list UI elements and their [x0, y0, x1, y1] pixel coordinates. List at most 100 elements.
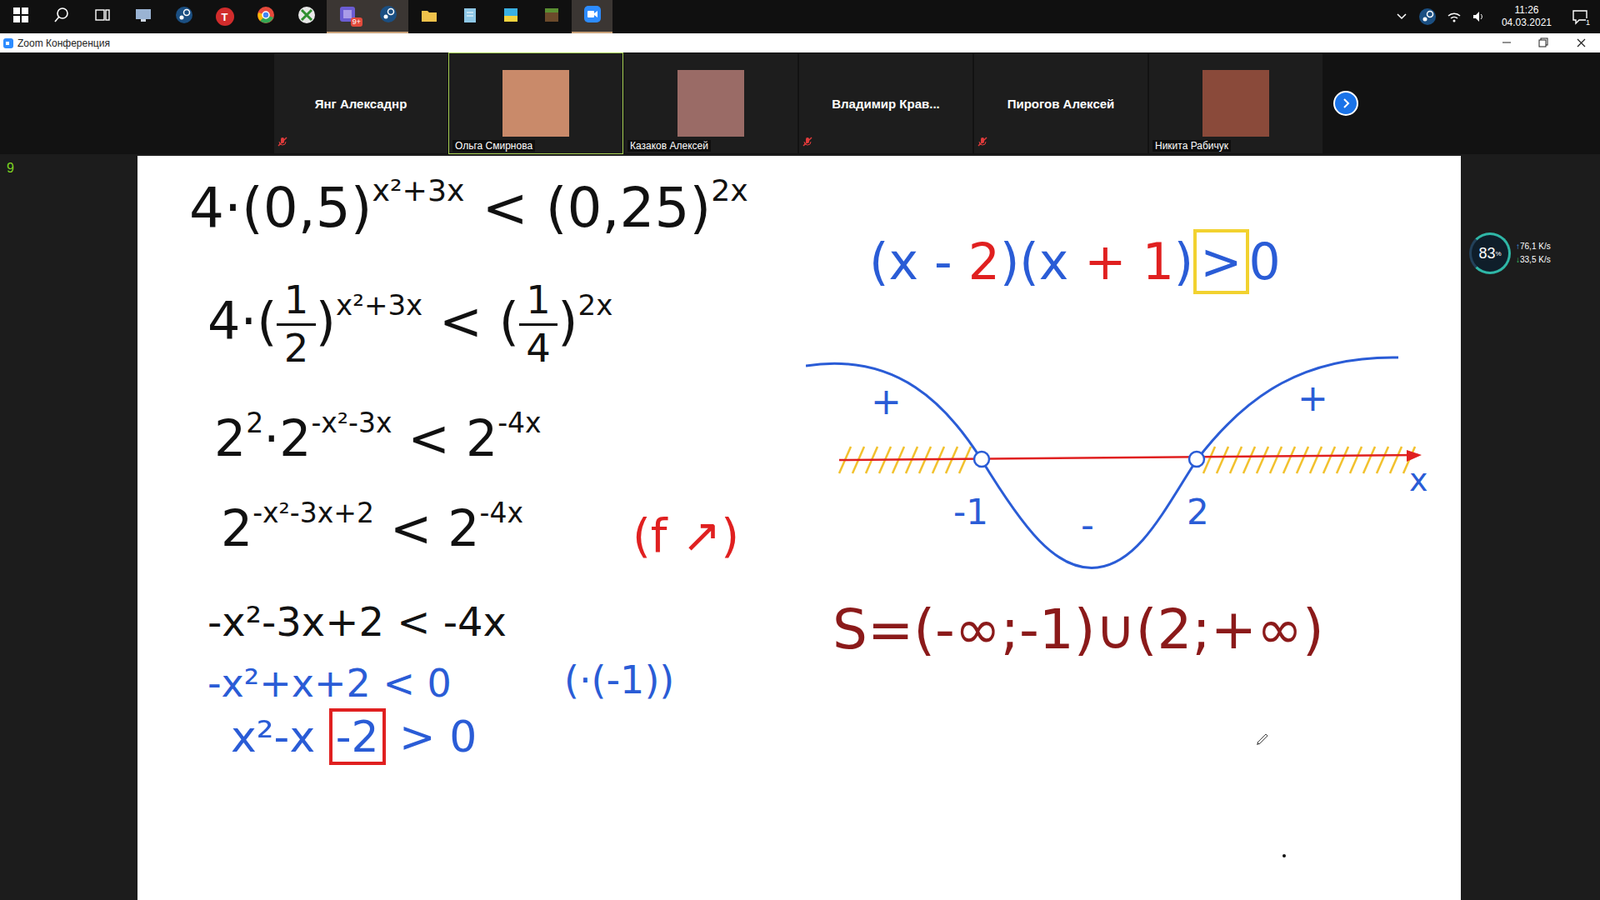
- download-value: 33,5 K/s: [1520, 255, 1551, 265]
- taskbar-app[interactable]: [40, 0, 82, 34]
- exponent: x²+3x: [335, 288, 423, 322]
- exponent: -x²-3x: [310, 406, 392, 440]
- zoom-icon: [583, 5, 602, 24]
- wifi-icon: [1446, 10, 1462, 24]
- close-button[interactable]: [1562, 33, 1600, 53]
- app-kind: T: [215, 7, 235, 26]
- math-line: -x²-3x+2 < -4x: [207, 595, 507, 648]
- clock[interactable]: 11:2604.03.2021: [1495, 4, 1559, 30]
- participant-video: [677, 70, 745, 137]
- boxed-term: >: [1193, 229, 1249, 295]
- math-line: 4·(0,5)x²+3x < (0,25)2x: [189, 170, 749, 245]
- muted-mic-icon: [977, 136, 988, 147]
- math-text: x²-x: [230, 711, 330, 762]
- math-text: < (: [422, 290, 520, 352]
- app-kind: [175, 5, 194, 28]
- steam-icon: [175, 5, 194, 25]
- taskbar-app[interactable]: T: [204, 0, 245, 34]
- participant-name: Никита Рабичук: [1152, 140, 1231, 152]
- minimize-icon: [1500, 37, 1512, 49]
- math-text: < 2: [392, 409, 499, 468]
- interval-sign: +: [870, 380, 902, 423]
- participant-name: Пирогов Алексей: [1002, 96, 1120, 111]
- math-text: ): [315, 290, 336, 352]
- fraction: 14: [519, 279, 559, 370]
- pen-cursor: [1255, 730, 1271, 750]
- taskbar-app[interactable]: [367, 0, 409, 34]
- math-text: > 0: [385, 711, 478, 762]
- window-controls: [1487, 33, 1600, 53]
- taskbar-app[interactable]: [449, 0, 490, 34]
- participant-tile[interactable]: Янг Алексаднр: [273, 52, 449, 155]
- upload-rate: ↑76,1 K/s: [1515, 240, 1551, 254]
- participant-tile[interactable]: Владимир Крав...: [798, 52, 974, 155]
- participant-name: Янг Алексаднр: [310, 96, 413, 111]
- taskbar-app[interactable]: [408, 0, 450, 34]
- notes-icon: [460, 5, 480, 25]
- fraction: 12: [276, 279, 316, 370]
- percent-value: 83: [1478, 245, 1495, 263]
- title-bar: Zoom Конференция: [0, 33, 1600, 53]
- sign-chart: +-+-12x: [805, 347, 1440, 590]
- folder-icon: [420, 5, 439, 25]
- taskbar-spacer: [612, 0, 1395, 34]
- taskbar-app[interactable]: [571, 0, 613, 34]
- root-label: -1: [953, 491, 989, 533]
- numerator: 1: [525, 279, 551, 322]
- math-line: -x²+x+2 < 0: [207, 659, 452, 710]
- math-text: < (0,25): [464, 175, 711, 240]
- math-line: 22·2-x²-3x < 2-4x: [214, 405, 542, 471]
- taskbar-app[interactable]: [81, 0, 123, 34]
- search-icon: [52, 5, 71, 25]
- participant-tile[interactable]: Пирогов Алексей: [973, 52, 1149, 155]
- exponent: x²+3x: [371, 172, 465, 209]
- exponent: -x²-3x+2: [252, 496, 375, 530]
- app-kind: [297, 5, 316, 28]
- taskbar-app[interactable]: [245, 0, 286, 34]
- taskbar-app[interactable]: [163, 0, 205, 34]
- math-line: (f ↗): [632, 505, 740, 567]
- math-text: )(x: [1000, 232, 1085, 291]
- exponent: -4x: [497, 406, 541, 440]
- whiteboard: 4·(0,5)x²+3x < (0,25)2x 4·(12)x²+3x < (14…: [137, 155, 1461, 900]
- taskbar-app[interactable]: [490, 0, 531, 34]
- app-badge: 9+: [350, 17, 363, 27]
- math-text: (f ↗): [632, 508, 740, 563]
- restore-button[interactable]: [1525, 33, 1563, 53]
- participant-tile[interactable]: Ольга Смирнова: [448, 52, 624, 155]
- taskbar-app[interactable]: [0, 0, 41, 34]
- exponent: 2x: [710, 172, 749, 209]
- system-tray: 11:2604.03.2021 1: [1395, 0, 1600, 34]
- next-button[interactable]: [1333, 90, 1359, 116]
- paint-icon: [501, 5, 520, 25]
- close-icon: [1575, 37, 1587, 49]
- participant-tile[interactable]: Никита Рабичук: [1148, 52, 1324, 155]
- notification-count: 1: [1585, 18, 1590, 27]
- download-rate: ↓33,5 K/s: [1515, 253, 1551, 267]
- taskbar-app[interactable]: [122, 0, 164, 34]
- chevron-icon: [1395, 10, 1409, 24]
- muted-mic-icon: [277, 136, 288, 147]
- fraction-bar: [519, 323, 559, 326]
- app-kind: [542, 5, 561, 28]
- math-text: -x²-3x+2 < -4x: [207, 598, 507, 645]
- chevron-right-icon: [1340, 97, 1352, 110]
- participant-tile[interactable]: Казаков Алексей: [623, 52, 799, 155]
- math-line: 4·(12)x²+3x < (14)2x: [207, 279, 613, 370]
- taskbar-app[interactable]: [530, 0, 572, 34]
- app-kind: [501, 5, 520, 28]
- participant-name: Казаков Алексей: [627, 140, 711, 152]
- exponent: -4x: [480, 496, 524, 530]
- taskbar-app[interactable]: 9+: [326, 0, 368, 34]
- minimize-button[interactable]: [1487, 33, 1525, 53]
- speaker-icon: [1471, 10, 1485, 24]
- notifications-button[interactable]: 1: [1568, 5, 1592, 29]
- math-text: ): [557, 290, 578, 352]
- cpu-ring: 83%: [1469, 232, 1511, 275]
- steam-icon: [1418, 7, 1437, 26]
- math-text: < 2: [374, 499, 480, 558]
- participant-name: Ольга Смирнова: [452, 140, 535, 152]
- participant-video: [502, 70, 570, 137]
- app-kind: [93, 5, 112, 28]
- taskbar-app[interactable]: [285, 0, 327, 34]
